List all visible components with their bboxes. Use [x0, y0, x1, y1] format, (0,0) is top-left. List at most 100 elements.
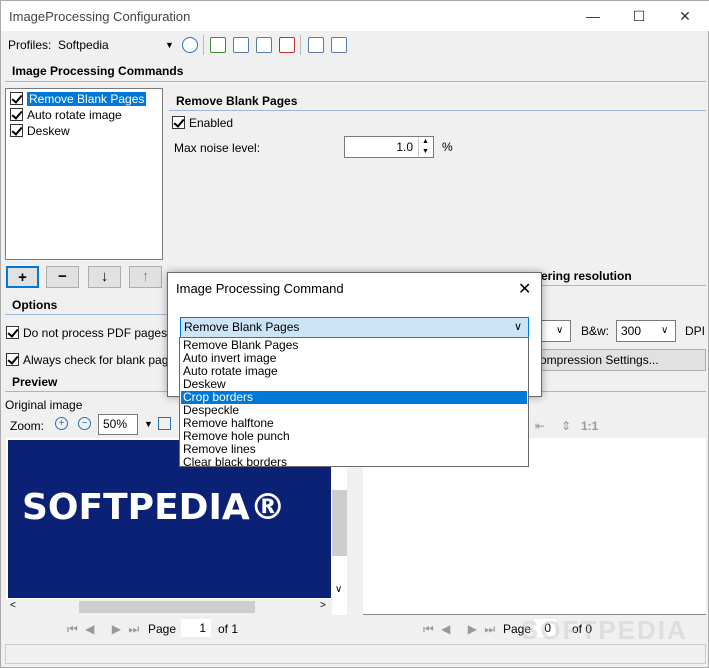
section-divider — [169, 110, 706, 111]
profiles-combo[interactable]: Softpedia ▼ — [55, 35, 175, 55]
checkbox[interactable] — [6, 353, 19, 366]
prev-page-icon[interactable]: ◀ — [441, 622, 450, 636]
window-title: ImageProcessing Configuration — [9, 9, 191, 24]
spin-arrows-icon[interactable]: ▲ ▼ — [418, 137, 432, 157]
chevron-down-icon: ∨ — [661, 325, 669, 336]
chevron-down-icon[interactable]: ▼ — [144, 419, 153, 429]
commands-heading: Image Processing Commands — [12, 64, 184, 78]
right-pager: ⏮ ◀ ▶ ⏭ — [423, 622, 495, 637]
softpedia-logo: SOFTPEDIA® — [22, 487, 286, 528]
ratio-label: 1:1 — [581, 419, 599, 433]
dropdown-option[interactable]: Clear black borders — [181, 456, 527, 469]
delete-profile-icon[interactable] — [279, 37, 295, 53]
scroll-right-icon[interactable]: > — [320, 600, 326, 611]
enabled-label: Enabled — [189, 116, 234, 130]
arrow-up-icon: ↑ — [141, 268, 150, 285]
prev-page-icon[interactable]: ◀ — [85, 622, 94, 636]
checkbox[interactable] — [10, 108, 23, 121]
page-input[interactable]: 1 — [181, 619, 211, 637]
zoom-label: Zoom: — [10, 419, 45, 433]
list-item[interactable]: Remove Blank Pages — [8, 91, 147, 107]
enabled-checkbox-row[interactable]: Enabled — [172, 116, 233, 130]
noise-label: Max noise level: — [174, 141, 261, 155]
watermark-logo: SOFTPEDIA — [521, 615, 688, 645]
section-divider — [541, 285, 706, 286]
import-icon[interactable] — [308, 37, 324, 53]
zoom-in-icon[interactable]: + — [55, 417, 68, 430]
add-command-button[interactable]: + — [6, 266, 39, 288]
chevron-down-icon[interactable]: ∨ — [514, 318, 522, 337]
command-select[interactable]: Remove Blank Pages ∨ — [180, 317, 529, 338]
option-blank-check[interactable]: Always check for blank pages i — [6, 353, 167, 367]
first-page-icon[interactable]: ⏮ — [67, 622, 78, 636]
bw-dpi-combo[interactable]: 300 ∨ — [616, 320, 676, 342]
chevron-down-icon: ▼ — [165, 40, 174, 50]
commands-list[interactable]: Remove Blank Pages Auto rotate image Des… — [5, 88, 163, 260]
refresh-icon[interactable] — [182, 37, 198, 53]
list-item[interactable]: Auto rotate image — [8, 107, 122, 123]
enabled-checkbox[interactable] — [172, 116, 185, 129]
color-dpi-combo[interactable]: ∨ — [541, 320, 571, 342]
dpi-label: DPI — [685, 324, 706, 338]
section-divider — [5, 314, 167, 315]
minimize-button[interactable]: — — [573, 5, 613, 27]
command-select-value: Remove Blank Pages — [184, 320, 300, 334]
vertical-scrollbar-thumb[interactable] — [332, 490, 347, 556]
copy-profile-icon[interactable] — [233, 37, 249, 53]
plus-icon: + — [18, 269, 27, 286]
section-divider — [5, 81, 706, 82]
horizontal-scrollbar-thumb[interactable] — [79, 601, 255, 613]
fit-icon[interactable] — [158, 417, 171, 430]
last-page-icon[interactable]: ⏭ — [484, 622, 495, 636]
checkbox[interactable] — [10, 92, 23, 105]
compression-settings-button[interactable]: ompression Settings... — [531, 349, 706, 371]
status-bar — [5, 644, 706, 664]
remove-command-button[interactable]: − — [46, 266, 79, 288]
checkbox[interactable] — [10, 124, 23, 137]
edit-profile-icon[interactable] — [256, 37, 272, 53]
zoom-input[interactable]: 50% — [98, 414, 138, 435]
close-button[interactable]: ✕ — [665, 5, 705, 27]
dropdown-option[interactable]: Auto rotate image — [181, 365, 527, 378]
page-label: Page — [148, 622, 177, 636]
move-down-button[interactable]: ↓ — [88, 266, 121, 288]
profiles-label: Profiles: — [8, 38, 52, 52]
new-profile-icon[interactable] — [210, 37, 226, 53]
next-page-icon[interactable]: ▶ — [112, 622, 121, 636]
detail-heading: Remove Blank Pages — [176, 94, 298, 108]
toolbar-divider — [300, 35, 301, 55]
nav-icons: ⇤ — [535, 419, 546, 433]
original-image-label: Original image — [5, 398, 83, 412]
maximize-button[interactable]: ☐ — [619, 5, 659, 27]
noise-value: 1.0 — [396, 140, 413, 154]
profiles-value: Softpedia — [58, 38, 109, 52]
command-dropdown[interactable]: Remove Blank Pages Auto invert image Aut… — [179, 337, 529, 469]
options-heading: Options — [12, 298, 58, 312]
minus-icon: − — [58, 268, 67, 285]
noise-stepper[interactable]: 1.0 ▲ ▼ — [344, 136, 434, 158]
dialog-title: Image Processing Command — [176, 281, 344, 296]
next-page-icon[interactable]: ▶ — [468, 622, 477, 636]
zoom-out-icon[interactable]: − — [78, 417, 91, 430]
export-icon[interactable] — [331, 37, 347, 53]
scroll-down-icon[interactable]: ∨ — [335, 584, 342, 595]
list-item[interactable]: Deskew — [8, 123, 70, 139]
last-page-icon[interactable]: ⏭ — [128, 622, 139, 636]
toolbar-divider — [203, 35, 204, 55]
page-of-label: of 1 — [218, 622, 239, 636]
horizontal-scrollbar[interactable]: < > — [6, 599, 332, 615]
first-page-icon[interactable]: ⏮ — [423, 622, 434, 636]
move-up-button[interactable]: ↑ — [129, 266, 162, 288]
fit-height-icon: ⇕ — [561, 419, 572, 433]
close-icon[interactable]: ✕ — [518, 279, 531, 299]
preview-heading: Preview — [12, 375, 58, 389]
arrow-down-icon: ↓ — [100, 268, 109, 285]
bw-label: B&w: — [581, 324, 610, 338]
left-pager: ⏮ ◀ ▶ ⏭ — [67, 622, 139, 637]
chevron-down-icon: ∨ — [556, 325, 564, 336]
title-bar: ImageProcessing Configuration — ☐ ✕ — [1, 1, 709, 31]
scroll-left-icon[interactable]: < — [10, 600, 16, 611]
option-no-pdf[interactable]: Do not process PDF pages if c — [6, 326, 167, 340]
checkbox[interactable] — [6, 326, 19, 339]
noise-unit: % — [442, 140, 453, 154]
